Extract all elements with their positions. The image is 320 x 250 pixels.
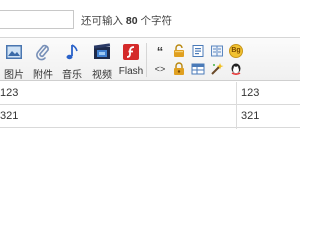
counter-prefix: 还可输入 xyxy=(81,15,123,27)
content-table[interactable]: 123 123 321 321 xyxy=(0,82,300,128)
attachment-button[interactable]: 附件 xyxy=(30,41,56,81)
char-counter: 还可输入 80 个字符 xyxy=(81,13,172,28)
video-button-label: 视频 xyxy=(92,70,112,81)
editor-toolbar: 图片 附件 音乐 视频 Flash “ Bg <> xyxy=(0,37,300,81)
toolbar-separator xyxy=(146,43,147,77)
music-note-icon xyxy=(66,44,78,60)
table-cell[interactable]: 123 xyxy=(241,87,259,99)
hide-content-icon[interactable] xyxy=(172,62,186,76)
quote-icon[interactable]: “ xyxy=(153,45,167,59)
table-icon[interactable] xyxy=(191,62,205,76)
code-icon[interactable]: <> xyxy=(152,63,168,77)
magic-wand-icon[interactable] xyxy=(210,62,224,76)
image-button-label: 图片 xyxy=(4,70,24,81)
flash-icon xyxy=(123,44,139,60)
image-icon xyxy=(6,45,22,59)
image-button[interactable]: 图片 xyxy=(1,41,27,81)
flash-button[interactable]: Flash xyxy=(118,41,144,79)
qq-icon[interactable] xyxy=(229,62,243,76)
video-button[interactable]: 视频 xyxy=(89,41,115,81)
table-cell[interactable]: 321 xyxy=(0,110,18,122)
counter-suffix: 个字符 xyxy=(140,15,173,27)
attachment-button-label: 附件 xyxy=(33,70,53,81)
editor-panel: 还可输入 80 个字符 图片 附件 音乐 视频 Flash “ Bg <> 12… xyxy=(0,0,300,250)
free-content-icon[interactable] xyxy=(172,44,186,58)
film-icon xyxy=(93,43,111,59)
flash-button-label: Flash xyxy=(118,66,144,77)
music-button-label: 音乐 xyxy=(62,70,82,81)
counter-value: 80 xyxy=(125,15,138,27)
table-row[interactable]: 123 123 xyxy=(0,82,300,105)
post-message-icon[interactable] xyxy=(191,44,205,58)
table-cell[interactable]: 123 xyxy=(0,87,18,99)
table-row[interactable]: 321 321 xyxy=(0,105,300,128)
column-divider xyxy=(236,82,237,129)
bg-icon[interactable]: Bg xyxy=(229,44,243,58)
table-cell[interactable]: 321 xyxy=(241,110,259,122)
page-icon[interactable] xyxy=(210,44,224,58)
title-input[interactable] xyxy=(0,10,74,29)
music-button[interactable]: 音乐 xyxy=(59,41,85,81)
paperclip-icon xyxy=(36,44,49,61)
